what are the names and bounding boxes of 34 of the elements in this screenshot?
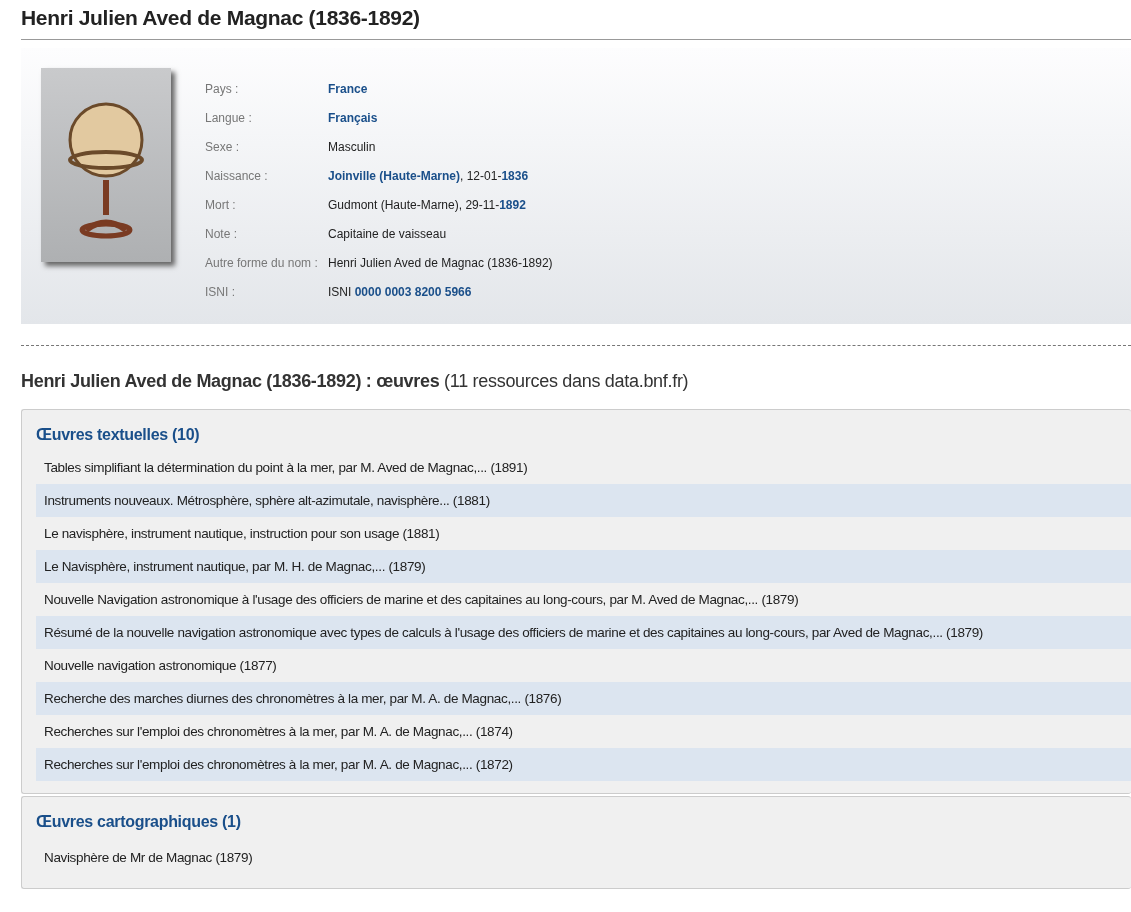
field-link[interactable]: 1892 [499, 197, 526, 212]
field-value: ISNI 0000 0003 8200 5966 [328, 284, 472, 299]
field-value: Masculin [328, 139, 376, 154]
work-link[interactable]: Recherches sur l'emploi des chronomètres à la mer, par M. A. de Magnac,... (1874) [36, 715, 1131, 748]
work-link[interactable]: Recherche des marches diurnes des chronomètres à la mer, par M. A. de Magnac,... (1876) [36, 682, 1131, 715]
field-label: Langue : [205, 103, 328, 132]
works-heading: Henri Julien Aved de Magnac (1836-1892) : œuvres (11 ressources dans data.bnf.fr) [21, 370, 690, 393]
field-value: Gudmont (Haute-Marne), 29-11-1892 [328, 197, 526, 212]
field-link[interactable]: Français [328, 110, 378, 125]
work-link[interactable]: Navisphère de Mr de Magnac (1879) [36, 838, 1131, 876]
section-heading[interactable]: Œuvres textuelles (10) [36, 426, 1131, 444]
field-link[interactable]: 1836 [501, 168, 529, 183]
work-link[interactable]: Recherches sur l'emploi des chronomètres à la mer, par M. A. de Magnac,... (1872) [36, 748, 1131, 781]
field-value: Henri Julien Aved de Magnac (1836-1892) [328, 255, 553, 270]
field-label: Pays : [205, 74, 328, 103]
field-label: Naissance : [205, 161, 328, 190]
field-label: ISNI : [205, 283, 236, 301]
field-label: Sexe : [205, 132, 328, 161]
work-link[interactable]: Le Navisphère, instrument nautique, par M. H. de Magnac,... (1879) [36, 550, 1131, 583]
work-link[interactable]: Nouvelle navigation astronomique (1877) [36, 649, 1131, 682]
section-heading[interactable]: Œuvres cartographiques (1) [36, 813, 1131, 831]
page-title: Henri Julien Aved de Magnac (1836-1892) [21, 0, 1131, 40]
field-value: Capitaine de vaisseau [328, 226, 447, 241]
work-link[interactable]: Résumé de la nouvelle navigation astronomique avec types de calculs à l'usage des officiers de marine et des capitaines au long-cours, par Aved de Magnac,... (1879) [36, 616, 1131, 649]
field-label: Mort : [205, 190, 328, 219]
field-label: Note : [205, 219, 328, 248]
work-link[interactable]: Instruments nouveaux. Métrosphère, sphère alt-azimutale, navisphère... (1881) [36, 484, 1131, 517]
work-link[interactable]: Nouvelle Navigation astronomique à l'usage des officiers de marine et des capitaines au long-cours, par M. Aved de Magnac,... (1879) [36, 583, 1131, 616]
field-link[interactable]: 0000 0003 8200 5966 [354, 284, 472, 299]
field-label: Autre forme du nom : [205, 248, 328, 277]
work-link[interactable]: Le navisphère, instrument nautique, instruction pour son usage (1881) [36, 517, 1131, 550]
field-link[interactable]: France [328, 81, 368, 96]
field-value: Joinville (Haute-Marne), 12-01-1836 [328, 168, 529, 183]
work-link[interactable]: Tables simplifiant la détermination du point à la mer, par M. Aved de Magnac,... (1891) [36, 451, 1131, 484]
